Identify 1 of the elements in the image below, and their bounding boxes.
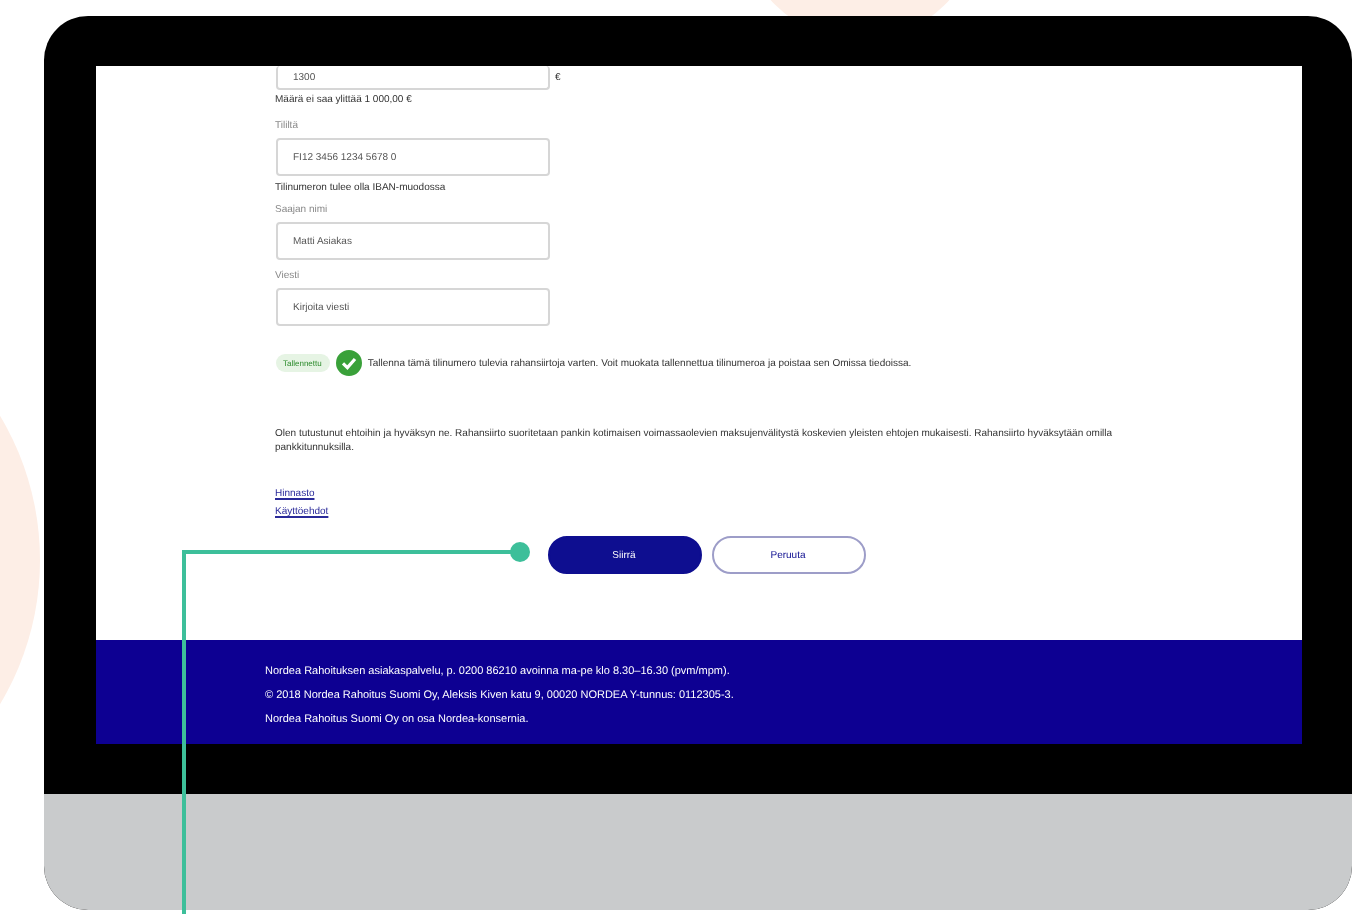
check-icon[interactable] <box>335 350 362 376</box>
